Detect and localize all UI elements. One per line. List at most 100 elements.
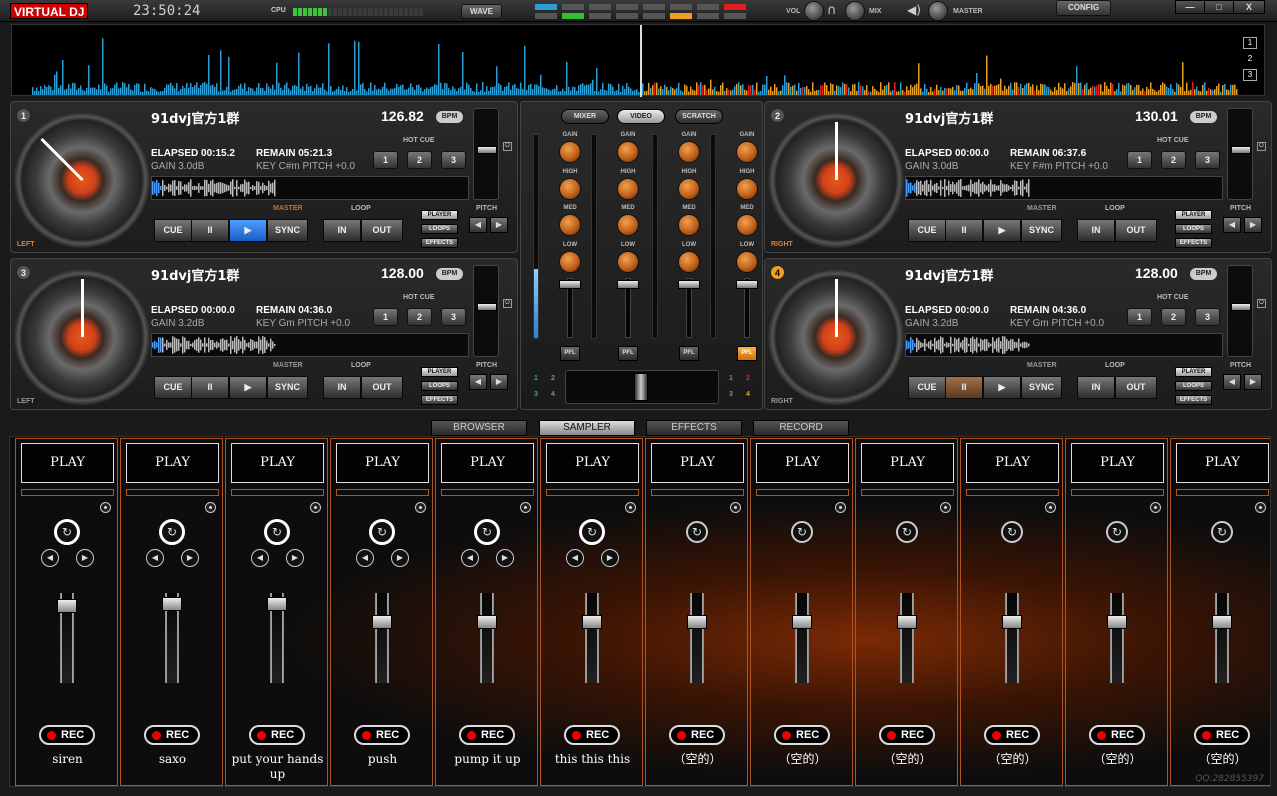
loop-icon[interactable]: ↻	[686, 521, 708, 543]
master-volume-knob[interactable]	[928, 1, 948, 21]
eq-med-knob-ch1[interactable]	[559, 214, 581, 236]
loop-out-button[interactable]: OUT	[361, 219, 403, 242]
eq-high-knob-ch4[interactable]	[736, 178, 758, 200]
prev-arrow-icon[interactable]: ◀	[566, 549, 584, 567]
overview-deck-2[interactable]: 2	[1243, 53, 1257, 65]
loop-icon[interactable]: ↻	[896, 521, 918, 543]
pitch-slider[interactable]	[473, 265, 499, 357]
mixer-tab[interactable]: MIXER	[561, 109, 609, 124]
cue-button[interactable]: CUE	[154, 376, 192, 399]
volume-fader-handle[interactable]	[559, 280, 581, 289]
loop-in-button[interactable]: IN	[1077, 219, 1115, 242]
hot-cue-3-button[interactable]: 3	[1195, 308, 1220, 326]
loop-icon[interactable]: ↻	[264, 519, 290, 545]
hot-cue-3-button[interactable]: 3	[1195, 151, 1220, 169]
loops-tab[interactable]: LOOPS	[1175, 224, 1212, 234]
next-arrow-icon[interactable]: ▶	[496, 549, 514, 567]
sample-volume-handle[interactable]	[792, 615, 812, 629]
maximize-button[interactable]: □	[1204, 0, 1234, 14]
sample-volume-handle[interactable]	[162, 597, 182, 611]
sync-button[interactable]: SYNC	[1021, 376, 1062, 399]
pause-button[interactable]: II	[191, 376, 229, 399]
next-arrow-icon[interactable]: ▶	[76, 549, 94, 567]
pfl-button-ch3[interactable]: PFL	[679, 346, 699, 361]
deck-3-platter[interactable]	[14, 269, 150, 405]
hot-cue-2-button[interactable]: 2	[407, 308, 432, 326]
effects-tab[interactable]: EFFECTS	[646, 420, 742, 436]
sample-volume-slider[interactable]	[1005, 593, 1019, 683]
sample-play-button[interactable]: PLAY	[651, 443, 744, 483]
scratch-waveform[interactable]	[151, 176, 469, 200]
effects-tab[interactable]: EFFECTS	[1175, 238, 1212, 248]
sample-play-button[interactable]: PLAY	[861, 443, 954, 483]
loop-out-button[interactable]: OUT	[1115, 219, 1157, 242]
browser-tab[interactable]: BROWSER	[431, 420, 527, 436]
minimize-button[interactable]: —	[1175, 0, 1205, 14]
sample-play-button[interactable]: PLAY	[231, 443, 324, 483]
sample-play-button[interactable]: PLAY	[546, 443, 639, 483]
sample-options-icon[interactable]	[625, 502, 636, 513]
record-tab[interactable]: RECORD	[753, 420, 849, 436]
sample-rec-button[interactable]: REC	[354, 725, 410, 745]
pitch-slider-handle[interactable]	[1231, 303, 1251, 311]
scratch-tab[interactable]: SCRATCH	[675, 109, 723, 124]
next-arrow-icon[interactable]: ▶	[181, 549, 199, 567]
scratch-waveform[interactable]	[151, 333, 469, 357]
pitch-slider-handle[interactable]	[477, 146, 497, 154]
scratch-waveform[interactable]	[905, 176, 1223, 200]
sample-rec-button[interactable]: REC	[249, 725, 305, 745]
sample-volume-slider[interactable]	[585, 593, 599, 683]
overview-deck-1[interactable]: 1	[1243, 37, 1257, 49]
video-tab[interactable]: VIDEO	[617, 109, 665, 124]
sample-play-button[interactable]: PLAY	[21, 443, 114, 483]
xfader-left-3[interactable]: 3	[531, 391, 541, 398]
eq-low-knob-ch2[interactable]	[617, 251, 639, 273]
sample-volume-slider[interactable]	[1110, 593, 1124, 683]
loop-icon[interactable]: ↻	[1211, 521, 1233, 543]
sample-rec-button[interactable]: REC	[1194, 725, 1250, 745]
pitch-slider-handle[interactable]	[477, 303, 497, 311]
eq-gain-knob-ch3[interactable]	[678, 141, 700, 163]
sample-rec-button[interactable]: REC	[774, 725, 830, 745]
xfader-right-1[interactable]: 1	[726, 375, 736, 382]
hot-cue-2-button[interactable]: 2	[1161, 151, 1186, 169]
sample-volume-slider[interactable]	[690, 593, 704, 683]
sync-button[interactable]: SYNC	[1021, 219, 1062, 242]
loop-in-button[interactable]: IN	[323, 219, 361, 242]
hot-cue-3-button[interactable]: 3	[441, 308, 466, 326]
eq-med-knob-ch3[interactable]	[678, 214, 700, 236]
hot-cue-1-button[interactable]: 1	[1127, 151, 1152, 169]
pitch-reset-button[interactable]: O	[503, 142, 512, 151]
sample-volume-slider[interactable]	[375, 593, 389, 683]
sample-volume-slider[interactable]	[1215, 593, 1229, 683]
sync-button[interactable]: SYNC	[267, 376, 308, 399]
deck-4-platter[interactable]	[768, 269, 904, 405]
vol-knob[interactable]	[804, 1, 824, 21]
volume-fader-handle[interactable]	[617, 280, 639, 289]
prev-arrow-icon[interactable]: ◀	[461, 549, 479, 567]
xfader-right-2[interactable]: 2	[743, 375, 753, 382]
pitch-down-button[interactable]: ◀	[469, 374, 487, 390]
hot-cue-1-button[interactable]: 1	[373, 151, 398, 169]
hot-cue-1-button[interactable]: 1	[373, 308, 398, 326]
play-button[interactable]: ▶	[983, 219, 1021, 242]
eq-gain-knob-ch4[interactable]	[736, 141, 758, 163]
mix-knob[interactable]	[845, 1, 865, 21]
cue-button[interactable]: CUE	[154, 219, 192, 242]
pitch-reset-button[interactable]: O	[1257, 299, 1266, 308]
effects-tab[interactable]: EFFECTS	[1175, 395, 1212, 405]
loop-icon[interactable]: ↻	[1106, 521, 1128, 543]
sample-options-icon[interactable]	[940, 502, 951, 513]
sample-rec-button[interactable]: REC	[1089, 725, 1145, 745]
sample-options-icon[interactable]	[1045, 502, 1056, 513]
hot-cue-3-button[interactable]: 3	[441, 151, 466, 169]
effects-tab[interactable]: EFFECTS	[421, 395, 458, 405]
sample-options-icon[interactable]	[310, 502, 321, 513]
eq-gain-knob-ch2[interactable]	[617, 141, 639, 163]
prev-arrow-icon[interactable]: ◀	[356, 549, 374, 567]
loop-icon[interactable]: ↻	[579, 519, 605, 545]
sample-volume-slider[interactable]	[480, 593, 494, 683]
sample-volume-handle[interactable]	[582, 615, 602, 629]
volume-fader-handle[interactable]	[736, 280, 758, 289]
player-tab[interactable]: PLAYER	[1175, 210, 1212, 220]
